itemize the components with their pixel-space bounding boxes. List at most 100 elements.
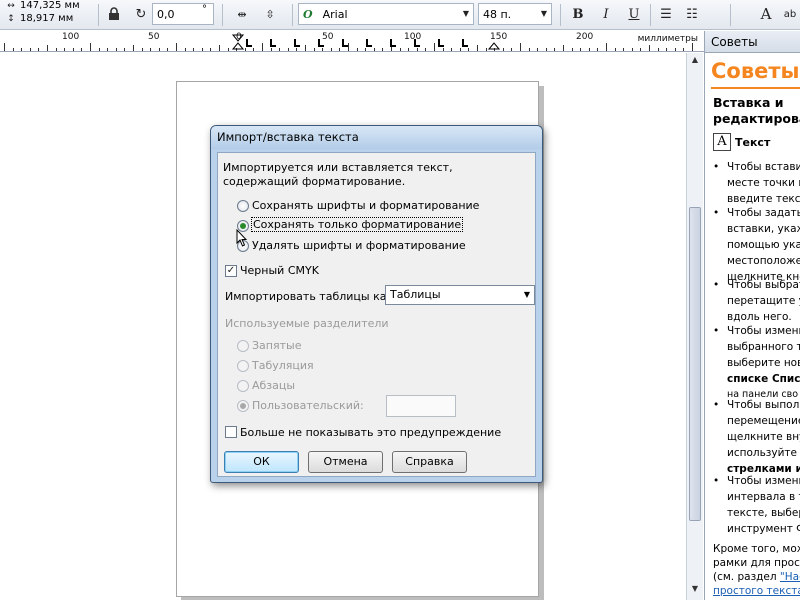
scrollbar-thumb[interactable] (689, 207, 701, 521)
tab-stop-marker[interactable] (246, 39, 252, 47)
radio-separator-custom-label[interactable]: Пользовательский: (252, 399, 364, 412)
font-family-select[interactable]: O Arial ▼ (298, 3, 474, 25)
tab-stop-marker[interactable] (342, 39, 348, 47)
edit-text-button[interactable]: ab (780, 4, 800, 24)
radio-separator-comma[interactable] (237, 340, 249, 352)
ruler-tick (72, 48, 74, 51)
bold-button[interactable]: B (568, 4, 588, 24)
rotation-angle-input[interactable]: 0,0 ° (152, 3, 214, 25)
scroll-up-icon[interactable]: ▲ (687, 55, 703, 69)
ruler-tick (356, 48, 358, 51)
radio-separator-paragraph-label[interactable]: Абзацы (252, 379, 295, 392)
font-size-select[interactable]: 48 п. ▼ (478, 3, 552, 25)
radio-separator-tab-label[interactable]: Табуляция (252, 359, 314, 372)
radio-keep-fonts[interactable] (237, 200, 249, 212)
tab-stop-marker[interactable] (366, 39, 372, 47)
radio-keep-fonts-label[interactable]: Сохранять шрифты и форматирование (252, 199, 479, 212)
right-margin-marker-icon[interactable] (488, 34, 500, 50)
tab-stop-marker[interactable] (438, 39, 444, 47)
custom-separator-input[interactable] (386, 395, 456, 417)
radio-remove-formatting-label[interactable]: Удалять шрифты и форматирование (252, 239, 466, 252)
tab-stop-marker[interactable] (390, 39, 396, 47)
radio-keep-formatting-label[interactable]: Сохранять только форматирование (251, 217, 464, 232)
ruler-tick (184, 48, 186, 51)
tab-stop-marker[interactable] (270, 39, 276, 47)
tip-text: Чтобы вставит (727, 161, 800, 173)
ruler-tick (580, 48, 582, 51)
underline-button[interactable]: U (624, 4, 644, 24)
tab-stop-marker[interactable] (294, 39, 300, 47)
tip-line: выбранного те (727, 341, 800, 353)
mirror-horizontal-button[interactable]: ⇹ (232, 4, 252, 24)
tip-footer-line: Кроме того, мож (713, 543, 800, 555)
help-button[interactable]: Справка (392, 451, 467, 473)
vertical-scrollbar[interactable]: ▲ ▼ (686, 53, 703, 600)
cancel-button[interactable]: Отмена (308, 451, 383, 473)
tip-line: • Чтобы вставит (713, 159, 800, 175)
ruler-tick (270, 48, 272, 51)
checkbox-black-cmyk[interactable]: ✓ (225, 265, 237, 277)
ruler-tick (399, 48, 401, 51)
checkbox-black-cmyk-label[interactable]: Черный CMYK (240, 264, 319, 277)
position-x-value: 147,325 мм (20, 0, 80, 11)
position-y-field[interactable]: ↕ 18,917 мм (6, 13, 73, 24)
dialog-title[interactable]: Импорт/вставка текста (211, 126, 542, 149)
ruler-tick (623, 48, 625, 51)
dialog-body: Импортируется или вставляется текст, сод… (217, 152, 536, 477)
ok-button[interactable]: ОК (224, 451, 299, 473)
ruler-tick (98, 48, 100, 51)
checkbox-dont-show-again-label[interactable]: Больше не показывать это предупреждение (240, 426, 501, 439)
align-button[interactable]: ☰ (656, 4, 676, 24)
tip-line: • Чтобы задать (713, 205, 800, 221)
ruler-tick (253, 48, 255, 51)
tip-line: тексте, выбер (727, 507, 800, 519)
checkbox-dont-show-again[interactable] (225, 426, 237, 438)
degree-unit: ° (202, 4, 207, 15)
bullet: • (713, 207, 720, 219)
ruler-tick (107, 48, 109, 51)
ruler-tick (167, 48, 169, 51)
indent-marker-icon[interactable] (232, 34, 244, 50)
section-title: Вставка и редактирова (713, 95, 800, 127)
scroll-down-icon[interactable]: ▼ (687, 584, 703, 598)
import-tables-select[interactable]: Таблицы ▼ (385, 285, 535, 305)
help-link[interactable]: простого текста (713, 585, 800, 597)
tab-stop-marker[interactable] (318, 39, 324, 47)
tab-stop-marker[interactable] (462, 39, 468, 47)
horizontal-ruler[interactable]: 100 50 0 50 100 150 200 миллиметры (0, 31, 704, 52)
tip-line: перемещение (727, 415, 800, 427)
ruler-tick (666, 48, 668, 51)
tip-text: Чтобы задать (727, 207, 800, 219)
position-x-field[interactable]: ↔ 147,325 мм (6, 0, 80, 11)
tip-footer-text: (см. раздел (713, 571, 780, 583)
radio-separator-custom[interactable] (237, 400, 249, 412)
lock-ratio-button[interactable] (104, 4, 124, 24)
bullets-button[interactable]: ☷ (682, 4, 702, 24)
radio-separator-tab[interactable] (237, 360, 249, 372)
ruler-tick (330, 48, 332, 51)
radio-separator-comma-label[interactable]: Запятые (252, 339, 301, 352)
height-arrow-icon: ↕ (7, 13, 15, 24)
ruler-tick (133, 45, 134, 51)
tip-line: • Чтобы выбрат (713, 277, 800, 293)
ruler-number: 50 (148, 32, 160, 42)
ruler-tick (90, 43, 91, 51)
tip-footer-line: (см. раздел "Нас (713, 571, 800, 583)
radio-separator-paragraph[interactable] (237, 380, 249, 392)
tab-stop-marker[interactable] (414, 39, 420, 47)
dialog-message: содержащий форматирование. (223, 175, 406, 188)
ruler-tick (442, 48, 444, 51)
tip-line: местоположен (727, 255, 800, 267)
align-left-icon: ☰ (660, 6, 672, 22)
character-format-button[interactable]: A (756, 4, 776, 24)
italic-button[interactable]: I (596, 4, 616, 24)
text-tool-heading: A Текст (713, 133, 770, 151)
ruler-tick (373, 48, 375, 51)
docker-tab-tips[interactable]: Советы (705, 31, 800, 53)
ruler-tick (477, 45, 478, 51)
ruler-tick (305, 45, 306, 51)
ruler-tick (279, 48, 281, 51)
mirror-vertical-button[interactable]: ⇳ (260, 4, 280, 24)
help-link[interactable]: "Нас (780, 571, 800, 583)
chevron-down-icon: ▼ (523, 290, 530, 299)
